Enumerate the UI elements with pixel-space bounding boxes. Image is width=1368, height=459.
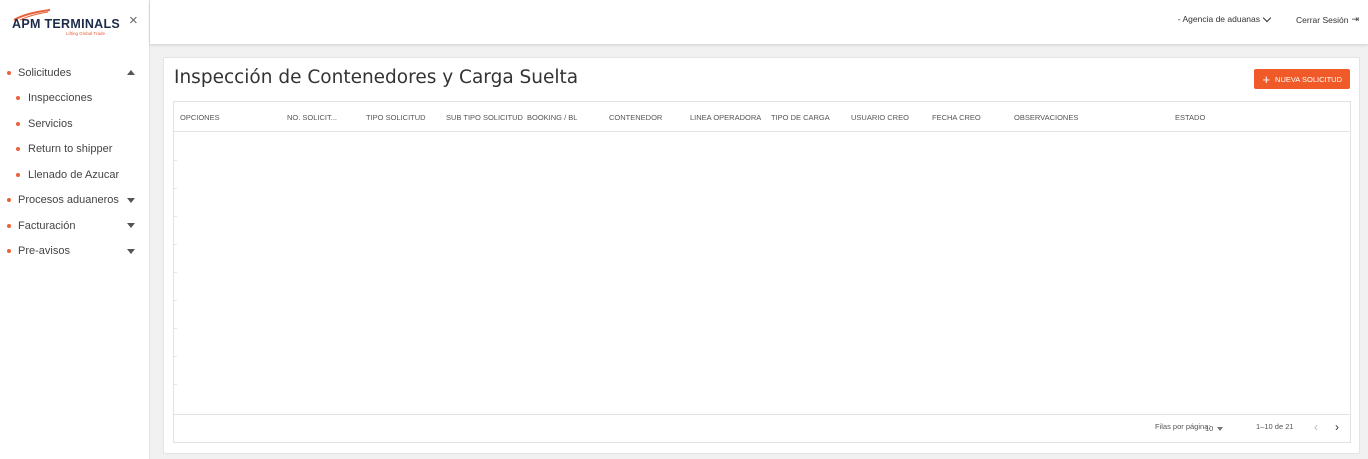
sidebar-item-label: Llenado de Azucar [28, 168, 120, 181]
column-header-usuario-creo[interactable]: USUARIO CREO [851, 113, 909, 122]
new-request-button[interactable]: + NUEVA SOLICITUD [1254, 69, 1350, 89]
sidebar-item-return-to-shipper[interactable]: Return to shipper [0, 137, 149, 163]
sidebar-item-inspecciones[interactable]: Inspecciones [0, 86, 149, 112]
row-divider [174, 244, 177, 245]
sidebar-item-solicitudes[interactable]: Solicitudes [0, 60, 149, 86]
column-header-linea-operadora[interactable]: LINEA OPERADORA [690, 113, 761, 122]
column-header-estado[interactable]: ESTADO [1175, 113, 1205, 122]
bullet-icon [16, 172, 20, 177]
caret-down-icon [127, 248, 135, 254]
bullet-icon [16, 147, 20, 152]
pagination-range: 1–10 de 21 [1256, 422, 1294, 431]
column-header-contenedor[interactable]: CONTENEDOR [609, 113, 662, 122]
sidebar-item-label: Pre-avisos [18, 245, 70, 258]
table-pagination: Filas por página: 10 1–10 de 21 ‹ › [174, 414, 1350, 442]
sidebar-item-label: Inspecciones [28, 92, 93, 105]
sidebar-item-procesos-aduaneros[interactable]: Procesos aduaneros [0, 188, 149, 214]
bullet-icon [7, 223, 11, 228]
sidebar-item-label: Return to shipper [28, 143, 113, 156]
sidebar-item-label: Facturación [18, 219, 76, 232]
row-divider [174, 384, 177, 385]
rows-per-page-value: 10 [1205, 424, 1214, 433]
bullet-icon [7, 70, 11, 75]
chevron-left-icon[interactable]: ‹ [1314, 421, 1318, 433]
logo-tagline: Lifting Global Trade [66, 31, 106, 36]
requests-table: OPCIONES NO. SOLICIT... TIPO SOLICITUD S… [173, 101, 1351, 443]
column-header-observaciones[interactable]: OBSERVACIONES [1014, 113, 1078, 122]
apm-logo[interactable]: APM TERMINALS Lifting Global Trade [8, 7, 121, 37]
sidebar: APM TERMINALS Lifting Global Trade × Sol… [0, 0, 150, 459]
rows-per-page-label: Filas por página: [1155, 422, 1211, 431]
sidebar-item-label: Procesos aduaneros [18, 194, 119, 207]
caret-down-icon [127, 197, 135, 203]
column-header-fecha-creo[interactable]: FECHA CREO [932, 113, 981, 122]
row-divider [174, 160, 177, 161]
column-header-tipo-de-carga[interactable]: TIPO DE CARGA [771, 113, 830, 122]
column-header-no-solicitud[interactable]: NO. SOLICIT... [287, 113, 337, 122]
row-divider [174, 272, 177, 273]
bullet-icon [16, 96, 20, 101]
logo-text: APM TERMINALS [12, 17, 121, 31]
logout-button[interactable]: Cerrar Sesión ⇥ [1296, 14, 1359, 25]
brand: APM TERMINALS Lifting Global Trade × [0, 0, 149, 44]
row-divider [174, 188, 177, 189]
sidebar-item-label: Solicitudes [18, 66, 72, 79]
bullet-icon [7, 198, 11, 203]
caret-up-icon [127, 70, 135, 76]
row-divider [174, 300, 177, 301]
close-icon[interactable]: × [129, 13, 138, 28]
sidebar-item-llenado-de-azucar[interactable]: Llenado de Azucar [0, 162, 149, 188]
table-header: OPCIONES NO. SOLICIT... TIPO SOLICITUD S… [174, 102, 1350, 132]
column-header-opciones[interactable]: OPCIONES [180, 113, 220, 122]
agency-dropdown[interactable]: - Agencia de aduanas [1177, 13, 1272, 24]
logout-icon: ⇥ [1351, 14, 1359, 24]
agency-label: - Agencia de aduanas [1177, 14, 1260, 24]
table-body [174, 132, 1350, 414]
column-header-tipo-solicitud[interactable]: TIPO SOLICITUD [366, 113, 426, 122]
sidebar-item-pre-avisos[interactable]: Pre-avisos [0, 239, 149, 265]
top-bar: - Agencia de aduanas Cerrar Sesión ⇥ [150, 0, 1368, 44]
column-header-sub-tipo[interactable]: SUB TIPO SOLICITUD [446, 113, 523, 122]
bullet-icon [7, 249, 11, 254]
dropdown-arrow-icon [1217, 426, 1224, 431]
bullet-icon [16, 121, 20, 126]
row-divider [174, 216, 177, 217]
sidebar-item-servicios[interactable]: Servicios [0, 111, 149, 137]
sidebar-item-label: Servicios [28, 117, 73, 130]
chevron-down-icon [1262, 13, 1272, 22]
page-title: Inspección de Contenedores y Carga Suelt… [174, 67, 579, 88]
sidebar-nav: Solicitudes Inspecciones Servicios Retur… [0, 60, 149, 264]
column-header-booking-bl[interactable]: BOOKING / BL [527, 113, 577, 122]
sidebar-item-facturacion[interactable]: Facturación [0, 213, 149, 239]
chevron-right-icon[interactable]: › [1335, 421, 1339, 433]
row-divider [174, 328, 177, 329]
caret-down-icon [127, 223, 135, 229]
plus-icon: + [1262, 71, 1271, 87]
main-card: Inspección de Contenedores y Carga Suelt… [163, 57, 1360, 454]
row-divider [174, 356, 177, 357]
logout-label: Cerrar Sesión [1296, 14, 1349, 25]
new-request-label: NUEVA SOLICITUD [1275, 74, 1342, 84]
rows-per-page-select[interactable]: 10 [1205, 424, 1224, 433]
